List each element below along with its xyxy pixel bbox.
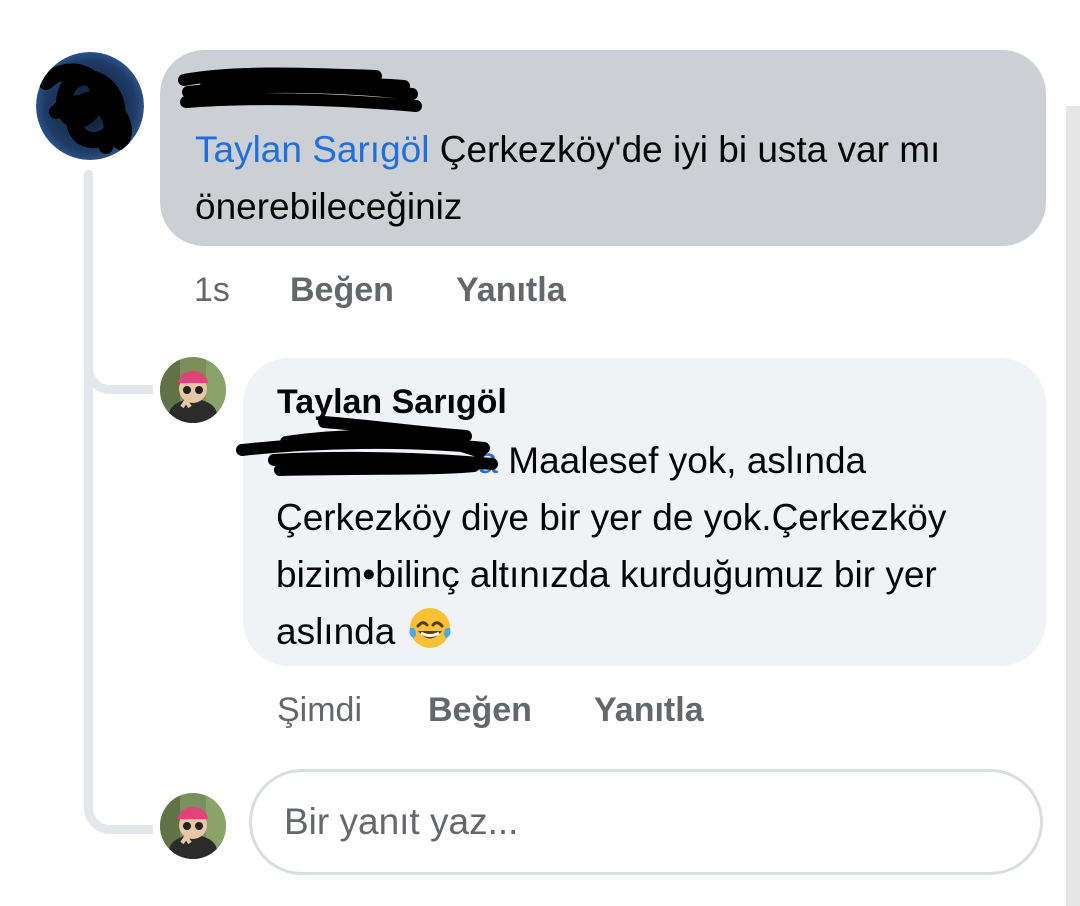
current-user-avatar [160,793,226,859]
reply-input[interactable] [249,769,1043,875]
reply-timestamp[interactable]: Şimdi [277,690,362,730]
comment-reply-button[interactable]: Yanıtla [456,270,566,310]
commenter-avatar[interactable] [36,52,144,160]
reply-author-avatar[interactable] [160,357,226,423]
face-with-tears-of-joy-emoji [406,604,454,668]
thread-connector-reply [84,355,153,394]
comment-like-button[interactable]: Beğen [290,270,394,310]
reply-mention-link[interactable]: a [276,432,498,489]
comment-timestamp[interactable]: 1s [194,270,230,310]
mention-link[interactable]: Taylan Sarıgöl [195,129,429,170]
comment-text: Taylan Sarıgöl Çerkezköy'de iyi bi usta … [195,129,941,227]
scrollbar[interactable] [1066,106,1080,906]
reply-like-button[interactable]: Beğen [428,690,532,730]
reply-reply-button[interactable]: Yanıtla [594,690,704,730]
thread-line [84,170,93,814]
thread-connector-input [84,795,153,834]
reply-author-name[interactable]: Taylan Sarıgöl [277,382,507,422]
reply-text: a Maalesef yok, aslında Çerkezköy diye b… [276,432,1006,668]
